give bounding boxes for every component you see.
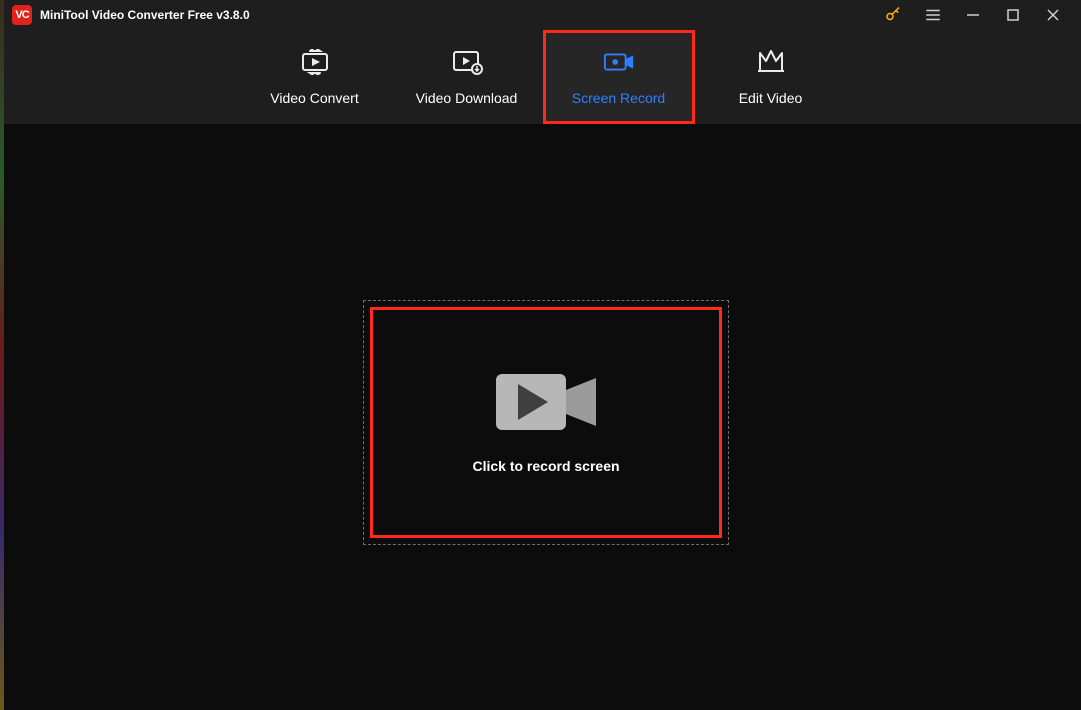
tab-label: Video Convert: [270, 90, 358, 106]
record-prompt-text: Click to record screen: [472, 458, 619, 474]
tab-edit-video[interactable]: Edit Video: [695, 30, 847, 124]
edit-video-icon: [755, 48, 787, 76]
upgrade-key-icon[interactable]: [873, 0, 913, 30]
tab-screen-record[interactable]: Screen Record: [543, 30, 695, 124]
tab-label: Screen Record: [572, 90, 665, 106]
tab-video-download[interactable]: Video Download: [391, 30, 543, 124]
app-title: MiniTool Video Converter Free v3.8.0: [40, 8, 250, 22]
download-icon: [451, 48, 483, 76]
app-logo-icon: VC: [12, 5, 32, 25]
tab-video-convert[interactable]: Video Convert: [239, 30, 391, 124]
close-icon[interactable]: [1033, 0, 1073, 30]
titlebar: VC MiniTool Video Converter Free v3.8.0: [4, 0, 1081, 30]
app-window: VC MiniTool Video Converter Free v3.8.0: [4, 0, 1081, 710]
record-screen-button[interactable]: Click to record screen: [370, 307, 722, 538]
main-tabs: Video Convert Video Download: [4, 30, 1081, 124]
maximize-icon[interactable]: [993, 0, 1033, 30]
convert-icon: [299, 48, 331, 76]
tab-label: Edit Video: [739, 90, 803, 106]
tab-label: Video Download: [416, 90, 518, 106]
record-icon: [603, 48, 635, 76]
minimize-icon[interactable]: [953, 0, 993, 30]
main-content: Click to record screen: [4, 124, 1081, 710]
menu-icon[interactable]: [913, 0, 953, 30]
camera-icon: [496, 372, 596, 432]
